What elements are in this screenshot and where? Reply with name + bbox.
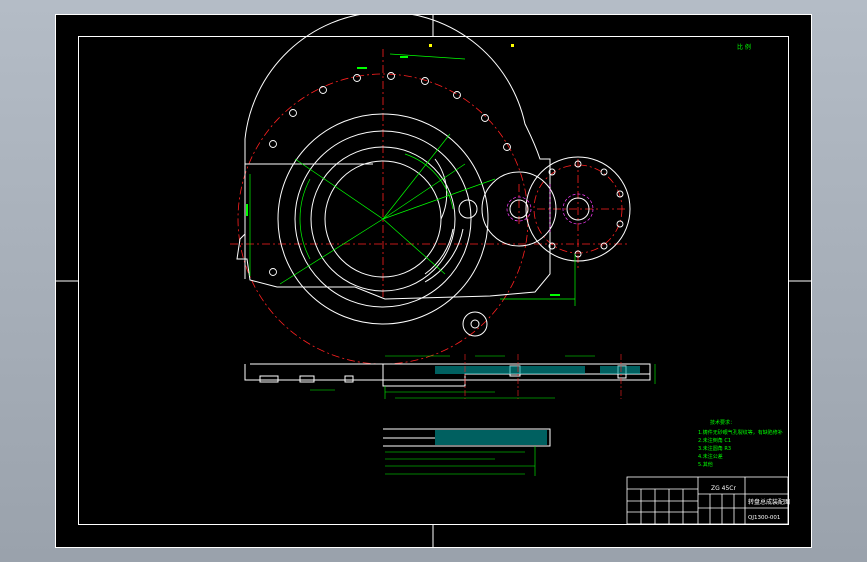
title-block-material: ZG 45Cr <box>711 485 736 492</box>
plan-yellow-marks <box>429 44 514 47</box>
section-dimensions-upper <box>310 355 656 399</box>
tech-requirements-title: 技术要求： <box>710 419 735 426</box>
drawing-sheet: 比 例 技术要求： 1.铸件无砂眼气孔裂纹等，有缺陷修补 2.未注倒角 C1 3… <box>55 11 812 548</box>
title-block-drawing-no: QJ1300-001 <box>748 515 780 521</box>
title-block: ZG 45Cr 转盘总成装配图 QJ1300-001 <box>626 476 790 525</box>
tech-requirements: 技术要求： 1.铸件无砂眼气孔裂纹等，有缺陷修补 2.未注倒角 C1 3.未注圆… <box>698 419 783 468</box>
scale-note: 比 例 <box>737 43 751 51</box>
section-hatch-upper <box>435 366 640 374</box>
body-outline <box>236 11 631 337</box>
plan-dimension-marks <box>246 56 560 296</box>
section-view-upper <box>244 354 656 399</box>
title-block-part-name: 转盘总成装配图 <box>748 498 790 506</box>
section-hatch-lower <box>435 430 547 445</box>
tech-requirement-item: 5.其他 <box>698 461 713 468</box>
tech-requirement-item: 3.未注圆角 R3 <box>698 445 731 452</box>
tech-requirement-item: 4.未注公差 <box>698 453 723 460</box>
tech-requirement-item: 1.铸件无砂眼气孔裂纹等，有缺陷修补 <box>698 429 783 436</box>
section-dimensions-lower <box>385 446 536 476</box>
tech-requirement-item: 2.未注倒角 C1 <box>698 437 731 444</box>
drawing-canvas: 比 例 技术要求： 1.铸件无砂眼气孔裂纹等，有缺陷修补 2.未注倒角 C1 3… <box>55 11 812 548</box>
bolt-holes-large <box>269 72 511 276</box>
section-view-lower <box>383 428 551 476</box>
centerlines <box>230 49 630 365</box>
plan-dimensions <box>249 53 576 306</box>
plan-view <box>230 11 631 365</box>
cad-viewport[interactable]: 比 例 技术要求： 1.铸件无砂眼气孔裂纹等，有缺陷修补 2.未注倒角 C1 3… <box>0 0 867 562</box>
